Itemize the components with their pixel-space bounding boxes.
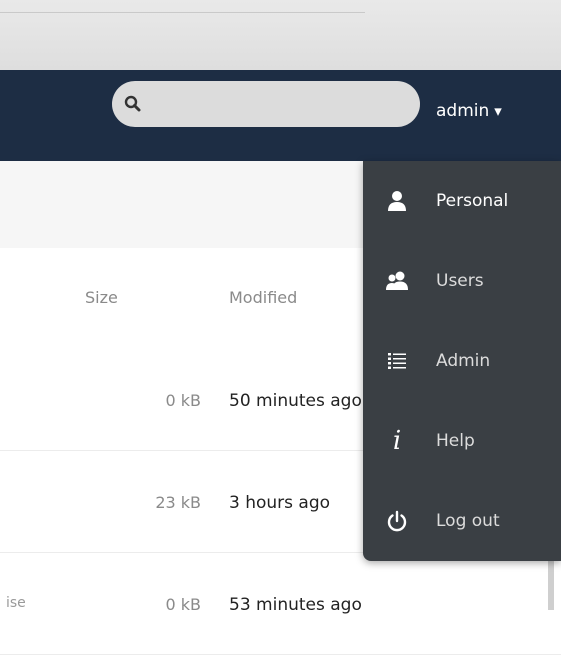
menu-item-label: Help xyxy=(436,431,475,451)
file-modified: 3 hours ago xyxy=(229,493,331,513)
info-icon: i xyxy=(392,426,402,456)
file-modified: 53 minutes ago xyxy=(229,595,362,615)
file-size: 0 kB xyxy=(165,391,201,410)
menu-item-personal[interactable]: Personal xyxy=(363,161,561,241)
users-icon xyxy=(385,269,409,293)
search-box[interactable] xyxy=(112,81,420,127)
username-label: admin xyxy=(436,101,490,121)
file-size: 0 kB xyxy=(165,595,201,614)
menu-item-label: Users xyxy=(436,271,484,291)
menu-item-label: Log out xyxy=(436,511,500,531)
file-size: 23 kB xyxy=(155,493,201,512)
menu-item-users[interactable]: Users xyxy=(363,241,561,321)
table-row[interactable]: ise 0 kB 53 minutes ago xyxy=(0,553,561,655)
tab-edge xyxy=(0,12,365,13)
menu-item-logout[interactable]: Log out xyxy=(363,481,561,561)
column-header-size[interactable]: Size xyxy=(85,288,118,307)
file-modified: 50 minutes ago xyxy=(229,391,362,411)
chevron-down-icon: ▾ xyxy=(494,102,502,120)
user-menu-toggle[interactable]: admin ▾ xyxy=(436,96,502,126)
user-icon xyxy=(385,189,409,213)
menu-item-help[interactable]: i Help xyxy=(363,401,561,481)
user-dropdown-menu: Personal Users Admin i Help Log out xyxy=(363,161,561,561)
menu-item-label: Personal xyxy=(436,191,509,211)
search-input[interactable] xyxy=(152,89,406,121)
file-name[interactable]: ise xyxy=(6,595,26,611)
menu-item-admin[interactable]: Admin xyxy=(363,321,561,401)
search-icon xyxy=(124,95,141,112)
power-icon xyxy=(385,509,409,533)
column-header-modified[interactable]: Modified xyxy=(229,288,297,307)
browser-tabstrip xyxy=(0,0,561,70)
list-icon xyxy=(385,349,409,373)
menu-item-label: Admin xyxy=(436,351,491,371)
